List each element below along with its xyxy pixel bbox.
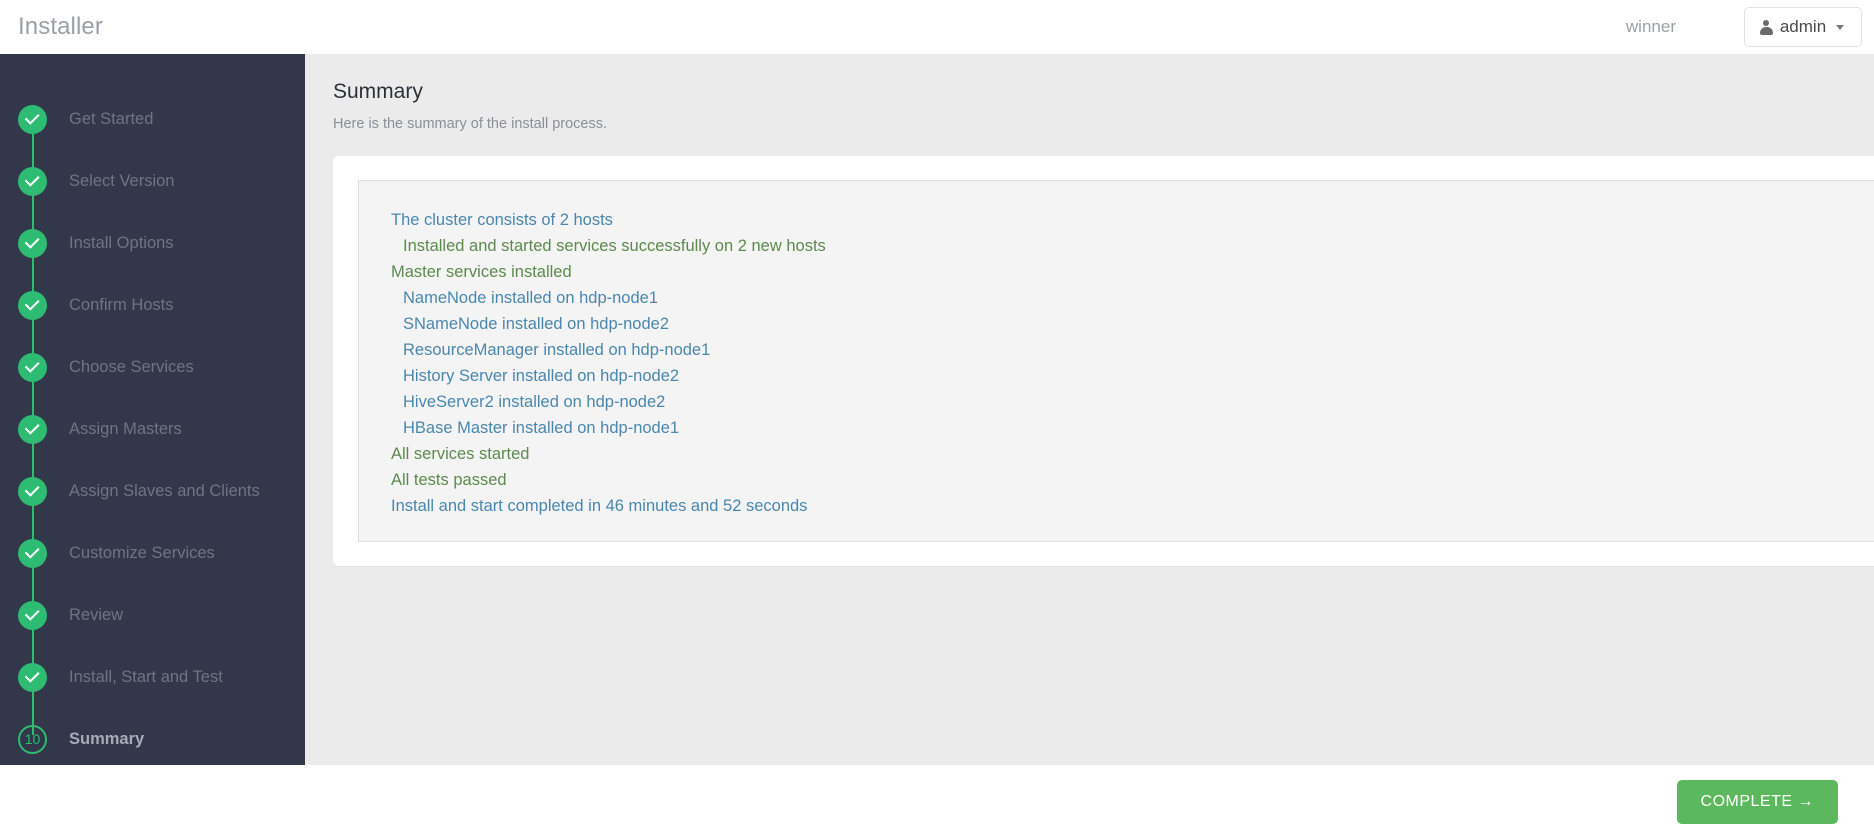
summary-line: All tests passed (391, 471, 507, 489)
check-glyph (24, 667, 40, 683)
sidebar-step-label: Review (69, 605, 124, 624)
check-glyph (24, 605, 40, 621)
sidebar-step-customize-services[interactable]: Customize Services (0, 522, 305, 584)
check-icon (18, 104, 47, 134)
complete-button[interactable]: COMPLETE → (1676, 780, 1838, 824)
check-glyph (24, 419, 40, 435)
installer-window: Installer winner admin Get Started Select… (0, 0, 1874, 837)
footer-bar: COMPLETE → (0, 765, 1874, 837)
check-icon (18, 414, 47, 444)
sidebar-step-label: Summary (69, 729, 145, 748)
summary-line: All services started (391, 445, 530, 463)
sidebar-step-label: Customize Services (69, 543, 215, 562)
sidebar-step-label: Choose Services (69, 357, 194, 376)
sidebar-step-assign-masters[interactable]: Assign Masters (0, 398, 305, 460)
user-menu-button[interactable]: admin (1744, 7, 1862, 47)
sidebar-step-choose-services[interactable]: Choose Services (0, 336, 305, 398)
sidebar-step-install-start-and-test[interactable]: Install, Start and Test (0, 646, 305, 708)
sidebar-step-review[interactable]: Review (0, 584, 305, 646)
sidebar-step-label: Get Started (69, 109, 154, 128)
summary-line: HBase Master installed on hdp-node1 (403, 419, 680, 437)
top-bar: Installer winner admin (0, 0, 1874, 54)
check-glyph (24, 295, 40, 311)
check-icon (18, 166, 47, 196)
check-glyph (24, 171, 40, 187)
cluster-name-label: winner (1625, 17, 1676, 36)
summary-line: ResourceManager installed on hdp-node1 (403, 341, 711, 359)
check-icon (18, 600, 47, 630)
sidebar-step-summary[interactable]: 10 Summary (0, 708, 305, 770)
sidebar-step-label: Confirm Hosts (69, 295, 174, 314)
user-menu-label: admin (1779, 17, 1827, 36)
check-glyph (24, 357, 40, 373)
check-icon (18, 228, 47, 258)
summary-line: The cluster consists of 2 hosts (391, 211, 613, 229)
sidebar-step-label: Install Options (69, 233, 174, 252)
sidebar-step-label: Assign Masters (69, 419, 182, 438)
summary-line: Install and start completed in 46 minute… (391, 497, 808, 515)
check-glyph (24, 233, 40, 249)
chevron-down-icon (1836, 24, 1845, 30)
summary-line: Master services installed (391, 263, 572, 281)
check-icon (18, 476, 47, 506)
sidebar-step-select-version[interactable]: Select Version (0, 150, 305, 212)
check-glyph (24, 109, 40, 125)
summary-line: HiveServer2 installed on hdp-node2 (403, 393, 666, 411)
sidebar-step-assign-slaves-and-clients[interactable]: Assign Slaves and Clients (0, 460, 305, 522)
check-icon (18, 662, 47, 692)
summary-line: SNameNode installed on hdp-node2 (403, 315, 670, 333)
sidebar-step-get-started[interactable]: Get Started (0, 88, 305, 150)
sidebar-step-label: Assign Slaves and Clients (69, 481, 260, 500)
person-icon (1759, 19, 1773, 35)
check-icon (18, 538, 47, 568)
page-title: Summary (333, 80, 423, 103)
check-glyph (24, 481, 40, 497)
sidebar-step-label: Select Version (69, 171, 175, 190)
sidebar-step-label: Install, Start and Test (69, 667, 223, 686)
page-subtitle: Here is the summary of the install proce… (333, 116, 607, 132)
wizard-sidebar: Get Started Select Version Install Options… (0, 54, 305, 765)
check-glyph (24, 543, 40, 559)
summary-line: Installed and started services successfu… (403, 237, 826, 255)
summary-line: NameNode installed on hdp-node1 (403, 289, 659, 307)
top-bar-right: winner admin (1626, 0, 1874, 54)
main-content: Summary Here is the summary of the insta… (305, 54, 1874, 765)
step-number-badge: 10 (18, 724, 47, 754)
summary-list: The cluster consists of 2 hosts Installed… (358, 180, 1874, 542)
check-icon (18, 290, 47, 320)
wizard-step-list: Get Started Select Version Install Options… (0, 88, 305, 770)
sidebar-step-install-options[interactable]: Install Options (0, 212, 305, 274)
check-icon (18, 352, 47, 382)
summary-line: History Server installed on hdp-node2 (403, 367, 680, 385)
step-number: 10 (24, 731, 41, 747)
app-brand-title: Installer (18, 13, 103, 40)
summary-panel: The cluster consists of 2 hosts Installed… (333, 156, 1874, 566)
sidebar-step-confirm-hosts[interactable]: Confirm Hosts (0, 274, 305, 336)
